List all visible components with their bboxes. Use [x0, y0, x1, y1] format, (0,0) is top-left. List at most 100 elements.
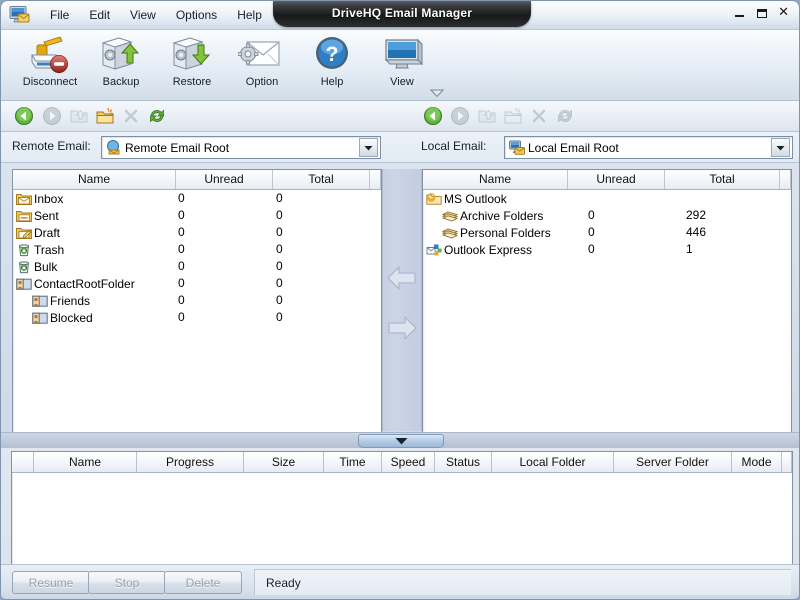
collapse-down-icon[interactable] — [358, 434, 444, 448]
local-row-name: Archive Folders — [442, 207, 543, 224]
tree-row[interactable]: Inbox 0 0 — [13, 190, 381, 207]
tree-row[interactable]: Trash 0 0 — [13, 241, 381, 258]
local-refresh-icon[interactable] — [554, 105, 576, 127]
tree-row[interactable]: Friends 0 0 — [13, 292, 381, 309]
remote-col-spacer — [370, 170, 381, 189]
chevron-down-icon[interactable] — [429, 85, 445, 98]
tree-row-label: Blocked — [50, 310, 93, 325]
xfer-col-mode[interactable]: Mode — [732, 452, 782, 472]
application-window: File Edit View Options Help DriveHQ Emai… — [0, 0, 800, 600]
local-col-name[interactable]: Name — [423, 170, 568, 189]
menu-item-view[interactable]: View — [121, 5, 165, 26]
restore-button[interactable]: Restore — [157, 32, 227, 98]
menu-item-help[interactable]: Help — [228, 5, 271, 26]
local-new-folder-icon[interactable] — [502, 105, 524, 127]
stop-button[interactable]: Stop — [88, 571, 166, 594]
contact-folder-icon — [32, 293, 48, 308]
tree-row[interactable]: Sent 0 0 — [13, 207, 381, 224]
xfer-col-time[interactable]: Time — [324, 452, 382, 472]
menu-item-edit[interactable]: Edit — [80, 5, 119, 26]
delete-button[interactable]: Delete — [164, 571, 242, 594]
close-button[interactable]: ✕ — [778, 6, 789, 20]
remote-col-name[interactable]: Name — [13, 170, 176, 189]
remote-refresh-icon[interactable] — [146, 105, 168, 127]
remote-col-total[interactable]: Total — [273, 170, 370, 189]
local-combo-chevron-down-icon[interactable] — [771, 138, 790, 157]
tree-row[interactable]: Personal Folders 0 446 — [423, 224, 791, 241]
local-col-unread[interactable]: Unread — [568, 170, 665, 189]
remote-email-combo[interactable]: Remote Email Root — [101, 136, 381, 159]
local-delete-x-icon[interactable] — [528, 105, 550, 127]
view-button[interactable]: View — [367, 32, 437, 98]
tree-row-total: 0 — [276, 191, 283, 205]
app-mail-monitor-icon — [9, 5, 31, 25]
status-bar: Resume Stop Delete Ready — [1, 564, 799, 599]
tree-row[interactable]: ContactRootFolder 0 0 — [13, 275, 381, 292]
xfer-col-local-folder[interactable]: Local Folder — [492, 452, 614, 472]
tree-row[interactable]: Draft 0 0 — [13, 224, 381, 241]
tree-row-unread: 0 — [178, 242, 185, 256]
tree-row-total: 0 — [276, 208, 283, 222]
minimize-button[interactable] — [734, 9, 746, 23]
remote-back-icon[interactable] — [13, 105, 35, 127]
local-row-name: Outlook Express — [426, 241, 532, 258]
tree-row-unread: 0 — [178, 191, 185, 205]
remote-new-folder-icon[interactable] — [94, 105, 116, 127]
tree-row[interactable]: Bulk 0 0 — [13, 258, 381, 275]
local-email-combo[interactable]: Local Email Root — [504, 136, 793, 159]
mail-stack-folder-icon — [442, 208, 458, 223]
maximize-button[interactable] — [757, 8, 768, 18]
panel-splitter[interactable] — [1, 432, 799, 448]
disconnect-button[interactable]: Disconnect — [15, 32, 85, 98]
disconnect-button-label: Disconnect — [22, 76, 78, 88]
resume-button[interactable]: Resume — [12, 571, 90, 594]
xfer-col-status[interactable]: Status — [435, 452, 492, 472]
remote-up-folder-icon[interactable] — [68, 105, 90, 127]
local-forward-icon[interactable] — [449, 105, 471, 127]
local-tree-column-header: Name Unread Total — [423, 170, 791, 190]
tree-row-total: 0 — [276, 276, 283, 290]
xfer-col-size[interactable]: Size — [244, 452, 324, 472]
tree-row[interactable]: MS Outlook — [423, 190, 791, 207]
tree-row-total: 0 — [276, 293, 283, 307]
remote-row-name: Sent — [16, 207, 59, 224]
restore-button-label: Restore — [172, 76, 212, 88]
tree-row[interactable]: Archive Folders 0 292 — [423, 207, 791, 224]
tree-panels-area: Name Unread Total Inbox 0 0 Sent 0 0 Draft 0 0 Tr… — [1, 163, 799, 448]
remote-delete-x-icon[interactable] — [120, 105, 142, 127]
arrow-left-transfer-icon[interactable] — [386, 261, 418, 295]
status-message: Ready — [266, 575, 301, 590]
arrow-right-transfer-icon[interactable] — [386, 311, 418, 345]
tree-row-unread: 0 — [178, 208, 185, 222]
menu-item-file[interactable]: File — [41, 5, 78, 26]
help-button[interactable]: ? Help — [297, 32, 367, 98]
option-button[interactable]: Option — [227, 32, 297, 98]
menu-item-options[interactable]: Options — [167, 5, 226, 26]
tree-row[interactable]: Outlook Express 0 1 — [423, 241, 791, 258]
local-tree-body: MS Outlook Archive Folders 0 292 Personal Fo… — [423, 190, 791, 258]
draft-folder-icon — [16, 225, 32, 240]
local-row-name: Personal Folders — [442, 224, 551, 241]
backup-button[interactable]: Backup — [86, 32, 156, 98]
xfer-col-progress[interactable]: Progress — [137, 452, 244, 472]
contact-folder-icon — [16, 276, 32, 291]
local-col-total[interactable]: Total — [665, 170, 780, 189]
remote-combo-chevron-down-icon[interactable] — [359, 138, 378, 157]
xfer-col-name[interactable]: Name — [34, 452, 137, 472]
tree-row-label: Archive Folders — [460, 208, 544, 223]
tree-row-unread: 0 — [178, 225, 185, 239]
local-up-folder-icon[interactable] — [476, 105, 498, 127]
tree-row-label: Bulk — [34, 259, 58, 274]
local-back-icon[interactable] — [422, 105, 444, 127]
xfer-col-speed[interactable]: Speed — [382, 452, 435, 472]
local-tree-panel[interactable]: Name Unread Total MS Outlook Archive Fold… — [422, 169, 792, 433]
transfer-queue-list[interactable]: Name Progress Size Time Speed Status Local Fol… — [11, 451, 793, 565]
remote-forward-icon[interactable] — [41, 105, 63, 127]
local-mail-computer-icon — [508, 140, 526, 155]
xfer-col-server-folder[interactable]: Server Folder — [614, 452, 732, 472]
tree-row[interactable]: Blocked 0 0 — [13, 309, 381, 326]
remote-tree-body: Inbox 0 0 Sent 0 0 Draft 0 0 Trash 0 0 Bulk 0 0 Contact… — [13, 190, 381, 326]
local-col-spacer — [780, 170, 791, 189]
remote-tree-panel[interactable]: Name Unread Total Inbox 0 0 Sent 0 0 Draft 0 0 Tr… — [12, 169, 382, 433]
remote-col-unread[interactable]: Unread — [176, 170, 273, 189]
